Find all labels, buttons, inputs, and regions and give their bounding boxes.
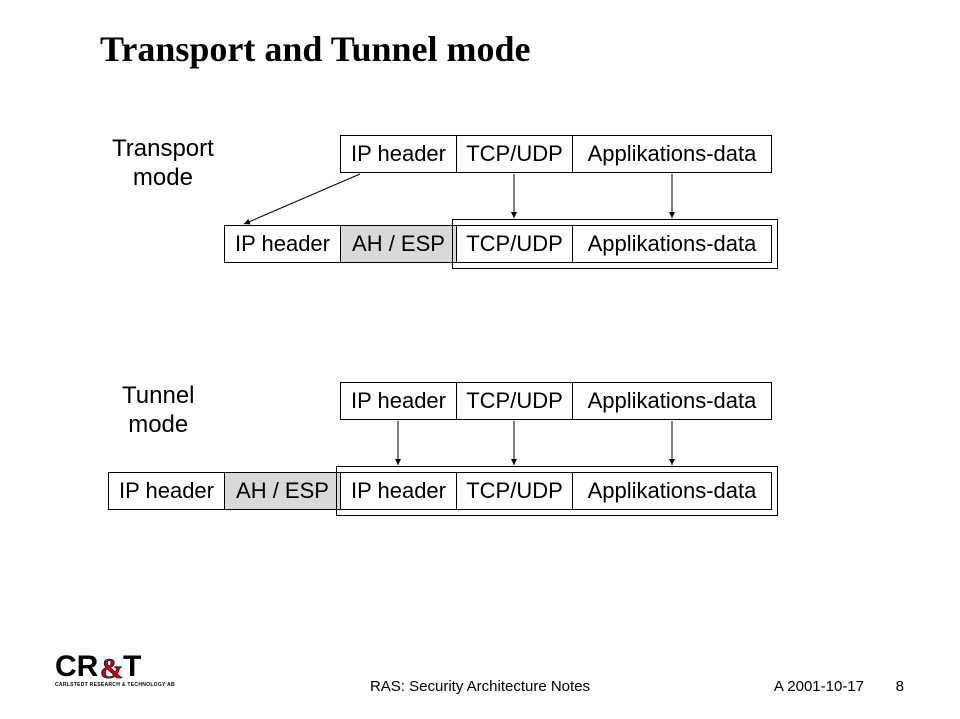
- tunnel-line2: mode: [128, 411, 188, 438]
- arrows-svg: [0, 0, 960, 719]
- cell-ip-header: IP header: [340, 382, 457, 420]
- cell-ip-header: IP header: [340, 135, 457, 173]
- cell-tcp-udp: TCP/UDP: [456, 382, 573, 420]
- cell-tcp-udp: TCP/UDP: [456, 225, 573, 263]
- cell-app-data: Applikations-data: [572, 382, 772, 420]
- page-title: Transport and Tunnel mode: [100, 28, 530, 70]
- cell-app-data: Applikations-data: [572, 472, 772, 510]
- cell-tcp-udp: TCP/UDP: [456, 135, 573, 173]
- footer-date: A 2001-10-17: [774, 678, 864, 695]
- cell-ip-header: IP header: [224, 225, 341, 263]
- tunnel-mode-label: Tunnel mode: [122, 382, 195, 440]
- transport-mode-label: Transport mode: [112, 135, 214, 193]
- transport-line1: Transport: [112, 135, 214, 162]
- cell-ah-esp: AH / ESP: [340, 225, 457, 263]
- cell-ip-header: IP header: [340, 472, 457, 510]
- page-root: Transport and Tunnel mode Transport mode…: [0, 0, 960, 719]
- cell-app-data: Applikations-data: [572, 225, 772, 263]
- tunnel-line1: Tunnel: [122, 382, 195, 409]
- transport-line2: mode: [133, 164, 193, 191]
- footer-page-number: 8: [896, 678, 904, 695]
- cell-ah-esp: AH / ESP: [224, 472, 341, 510]
- cell-tcp-udp: TCP/UDP: [456, 472, 573, 510]
- cell-app-data: Applikations-data: [572, 135, 772, 173]
- cell-ip-header: IP header: [108, 472, 225, 510]
